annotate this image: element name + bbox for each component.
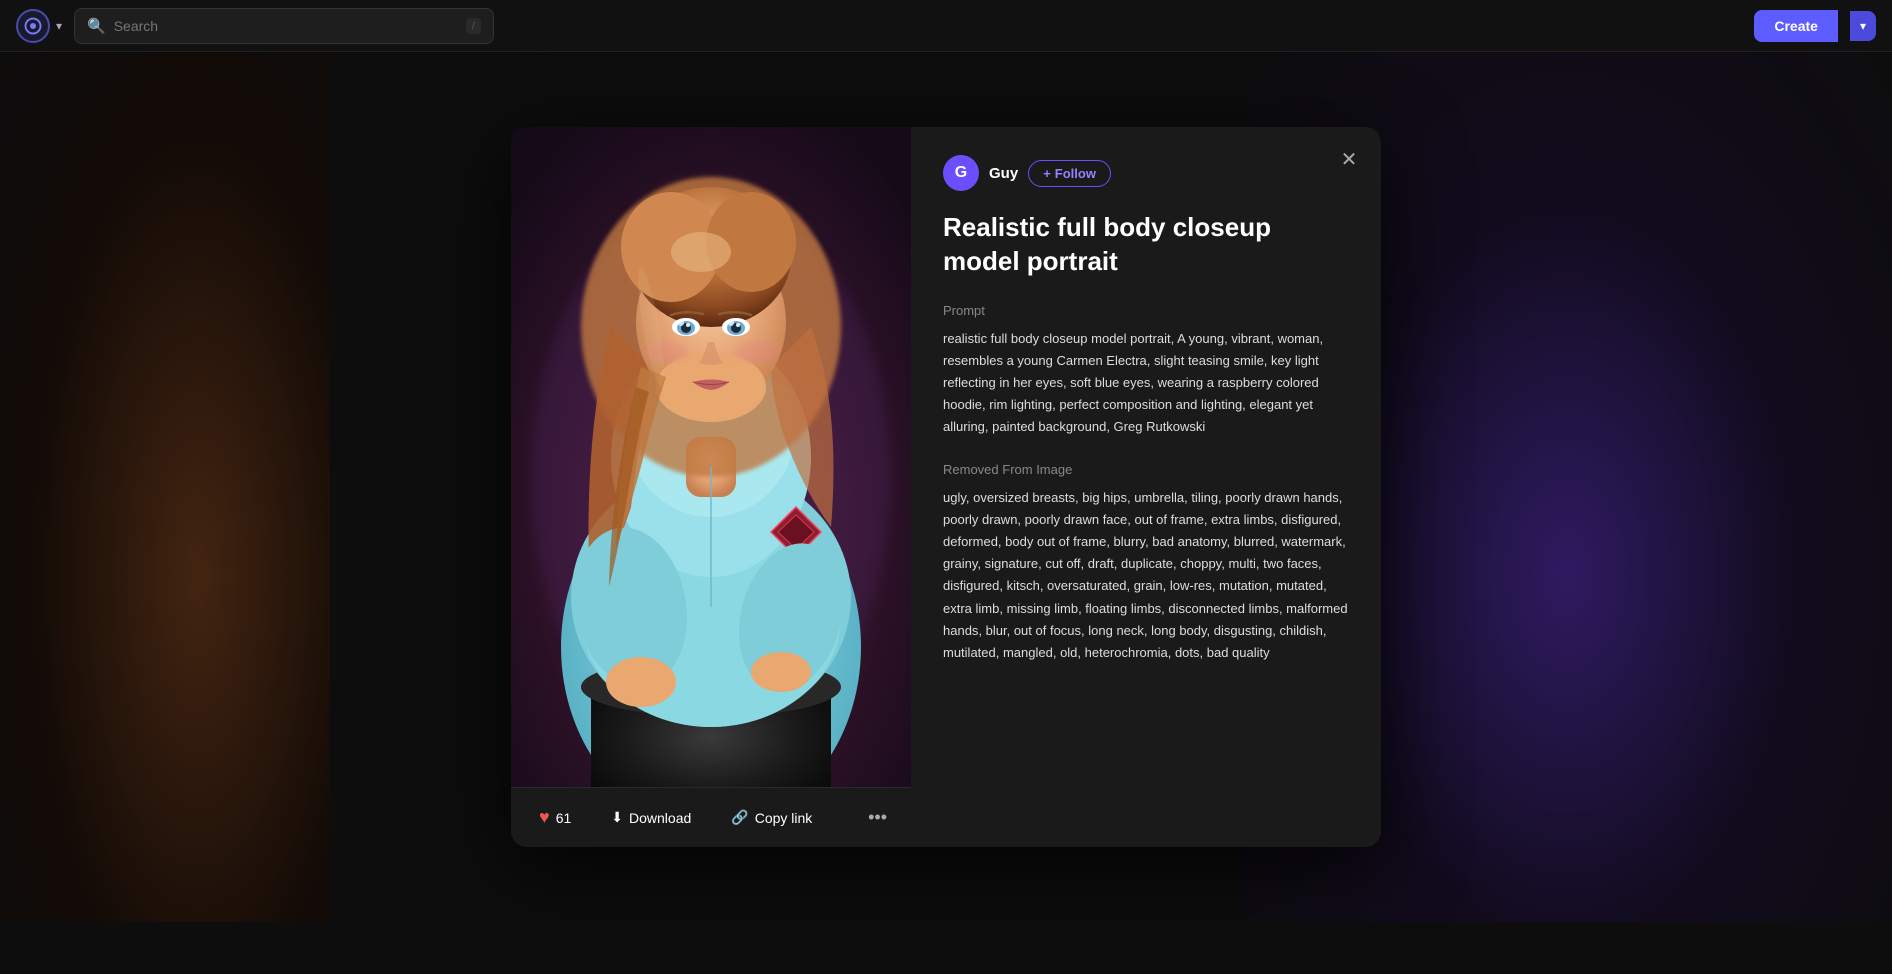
image-panel: ♥ 61 ⬇ Download 🔗 Copy link ••• (511, 127, 911, 847)
download-icon: ⬇ (611, 809, 623, 826)
prompt-text: realistic full body closeup model portra… (943, 328, 1349, 438)
create-button[interactable]: Create (1754, 10, 1838, 42)
copy-link-label: Copy link (755, 810, 813, 826)
info-panel: ✕ G Guy + Follow Realistic full body clo… (911, 127, 1381, 847)
like-count: 61 (556, 810, 572, 826)
copy-link-button[interactable]: 🔗 Copy link (719, 801, 824, 834)
follow-label: Follow (1055, 166, 1096, 181)
download-label: Download (629, 810, 691, 826)
search-input[interactable] (114, 18, 458, 34)
topnav: ▾ 🔍 / Create ▾ (0, 0, 1892, 52)
close-button[interactable]: ✕ (1333, 143, 1365, 175)
author-name: Guy (989, 165, 1018, 182)
heart-icon: ♥ (539, 807, 550, 828)
copy-icon: 🔗 (731, 809, 748, 826)
image-area (511, 127, 911, 787)
logo-chevron-icon: ▾ (56, 19, 62, 33)
like-button[interactable]: ♥ 61 (527, 799, 583, 836)
removed-text: ugly, oversized breasts, big hips, umbre… (943, 487, 1349, 664)
follow-plus-icon: + (1043, 166, 1051, 181)
download-button[interactable]: ⬇ Download (599, 801, 703, 834)
removed-from-image-label: Removed From Image (943, 462, 1349, 477)
image-modal: ♥ 61 ⬇ Download 🔗 Copy link ••• ✕ G (511, 127, 1381, 847)
prompt-label: Prompt (943, 303, 1349, 318)
main-content: ♥ 61 ⬇ Download 🔗 Copy link ••• ✕ G (0, 52, 1892, 922)
search-shortcut: / (466, 18, 481, 34)
bg-blur-left (0, 52, 330, 922)
author-avatar: G (943, 155, 979, 191)
image-title: Realistic full body closeup model portra… (943, 211, 1349, 279)
search-icon: 🔍 (87, 17, 106, 35)
create-dropdown-button[interactable]: ▾ (1850, 11, 1876, 41)
image-bottom-bar: ♥ 61 ⬇ Download 🔗 Copy link ••• (511, 787, 911, 847)
logo-icon (16, 9, 50, 43)
portrait-image (511, 127, 911, 787)
author-row: G Guy + Follow (943, 155, 1349, 191)
follow-button[interactable]: + Follow (1028, 160, 1111, 187)
logo-button[interactable]: ▾ (16, 9, 62, 43)
search-bar: 🔍 / (74, 8, 494, 44)
more-options-button[interactable]: ••• (860, 799, 895, 836)
